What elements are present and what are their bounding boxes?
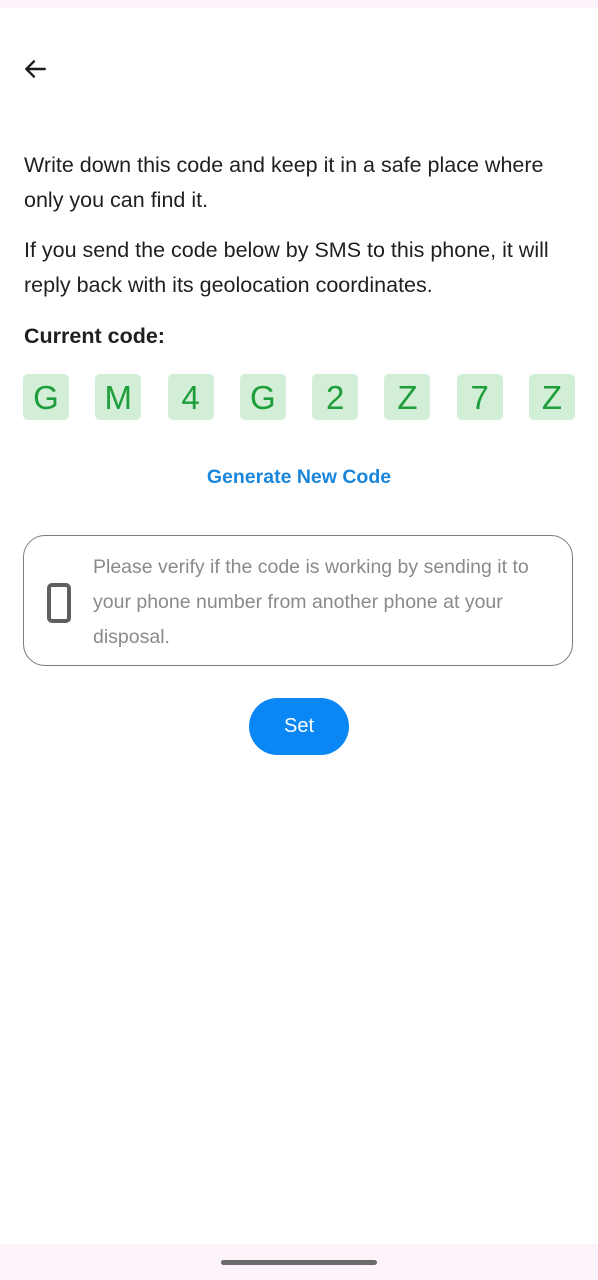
instruction-text-sms: If you send the code below by SMS to thi… xyxy=(24,238,549,297)
code-char: M xyxy=(95,374,142,420)
code-char: Z xyxy=(384,374,431,420)
code-char: 7 xyxy=(456,374,503,420)
current-code-label: Current code: xyxy=(24,324,165,348)
code-characters: G M 4 G 2 Z 7 Z xyxy=(23,374,575,420)
generate-new-code-button[interactable]: Generate New Code xyxy=(0,462,598,492)
code-char: G xyxy=(239,374,286,420)
back-button[interactable] xyxy=(14,48,56,90)
home-gesture-handle[interactable] xyxy=(221,1260,377,1265)
code-char: Z xyxy=(528,374,575,420)
code-char: 4 xyxy=(167,374,214,420)
status-bar xyxy=(0,0,598,8)
smartphone-icon xyxy=(47,583,71,623)
code-char: G xyxy=(23,374,69,420)
verify-info-card: Please verify if the code is working by … xyxy=(23,535,573,666)
arrow-left-icon xyxy=(25,60,46,78)
verify-info-text: Please verify if the code is working by … xyxy=(93,556,529,648)
instruction-text-safe-place: Write down this code and keep it in a sa… xyxy=(24,153,544,212)
set-button[interactable]: Set xyxy=(249,698,349,755)
code-char: 2 xyxy=(312,374,359,420)
